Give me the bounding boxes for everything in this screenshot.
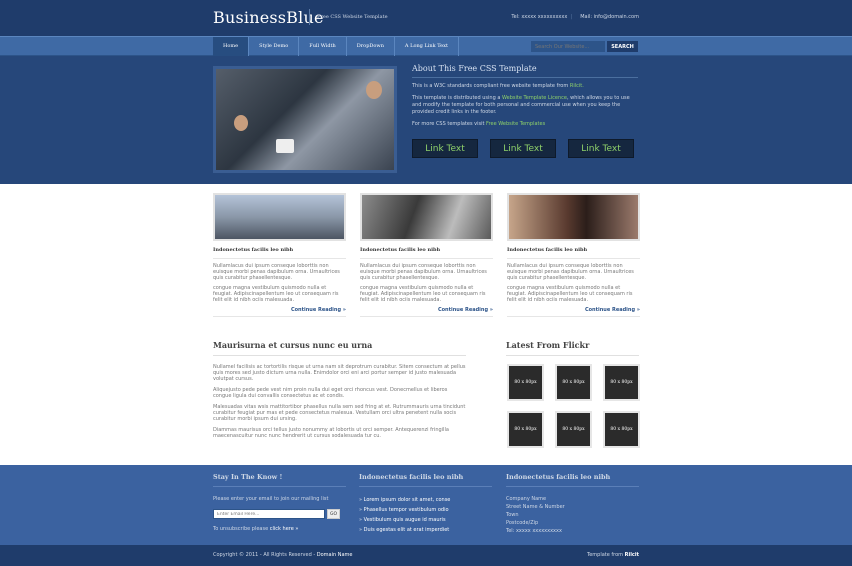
footer-address-title: Indonectetus facilis leo nibh [506, 473, 639, 487]
header: BusinessBlue Free CSS Website Template T… [0, 0, 852, 36]
hero-templates-link[interactable]: Free Website Templates [486, 121, 545, 127]
hero-link-button[interactable]: Link Text [412, 139, 478, 158]
footer-links-title: Indonectetus facilis leo nibh [359, 473, 492, 487]
domain-link[interactable]: Domain Name [317, 552, 353, 558]
feature-text: congue magna vestibulum quismodo nulla e… [507, 285, 633, 303]
search-button[interactable]: SEARCH [607, 41, 638, 52]
newsletter-text: Please enter your email to join our mail… [213, 496, 329, 502]
credit-link[interactable]: Rilcit [625, 552, 639, 558]
hero-image-person [366, 81, 382, 99]
newsletter-form: GO [213, 509, 346, 519]
flickr-widget: Latest From Flickr 80 x 80px 80 x 80px 8… [506, 340, 640, 448]
copyright-right: Template from Rilcit [587, 552, 639, 558]
feature-text: congue magna vestibulum quismodo nulla e… [213, 285, 339, 303]
footer-link[interactable]: Lorem ipsum dolor sit amet, conse [359, 495, 492, 505]
hero-link-button[interactable]: Link Text [490, 139, 556, 158]
page: BusinessBlue Free CSS Website Template T… [0, 0, 852, 566]
footer-link[interactable]: Duis egestas elit at erat imperdiet [359, 525, 492, 535]
hero-section: About This Free CSS Template This is a W… [0, 56, 852, 184]
feature-column: Indonectetus facilis leo nibh Nullamlacu… [213, 193, 346, 317]
nav-item-long-link[interactable]: A Long Link Text [395, 37, 459, 56]
newsletter-email-input[interactable] [213, 509, 325, 519]
main-nav: Home Style Demo Full Width DropDown A Lo… [0, 36, 852, 56]
main-paragraph: Aliquejusto pede pede vest nim proin nul… [213, 387, 448, 399]
unsubscribe-link[interactable]: click here » [270, 526, 299, 532]
nav-item-dropdown[interactable]: DropDown [347, 37, 395, 56]
header-mail[interactable]: Mail: info@domain.com [580, 14, 639, 20]
feature-text: Nullamlacus dui ipsum conseque loborttis… [213, 263, 340, 281]
hero-image [213, 66, 397, 173]
address-line: Postcode/Zip [506, 520, 539, 526]
flickr-title: Latest From Flickr [506, 340, 639, 356]
hero-licence-link[interactable]: Website Template Licence [502, 95, 567, 101]
footer-links: Indonectetus facilis leo nibh Lorem ipsu… [359, 473, 492, 535]
feature-title: Indonectetus facilis leo nibh [360, 247, 493, 259]
flickr-grid: 80 x 80px 80 x 80px 80 x 80px 80 x 80px … [506, 364, 640, 448]
main-paragraph: Malesuadas vitas wsis mattitortibor phas… [213, 404, 466, 422]
nav-item-home[interactable]: Home [213, 37, 250, 56]
feature-title: Indonectetus facilis leo nibh [213, 247, 346, 259]
hero-image-document [276, 139, 294, 153]
hero-title: About This Free CSS Template [412, 64, 638, 78]
footer-newsletter: Stay In The Know ! Please enter your ema… [213, 473, 346, 533]
feature-text: Nullamlacus dui ipsum conseque loborttis… [507, 263, 634, 281]
site-logo[interactable]: BusinessBlue [213, 8, 324, 27]
hero-p1-link[interactable]: Rilcit. [570, 83, 584, 89]
continue-reading-link[interactable]: Continue Reading » [213, 307, 346, 317]
hero-text: This is a W3C standards compliant free w… [412, 83, 638, 133]
newsletter-title: Stay In The Know ! [213, 473, 346, 487]
hero-image-person [234, 115, 248, 131]
flickr-thumbnail[interactable]: 80 x 80px [507, 364, 544, 401]
address-line: Company Name [506, 496, 547, 502]
unsubscribe-text: To unsubscribe please [213, 526, 269, 532]
main-title: Maurisurna et cursus nunc eu urna [213, 340, 466, 356]
hero-p3: For more CSS templates visit [412, 121, 485, 127]
footer-link[interactable]: Vestibulum quis augue id mauris [359, 515, 492, 525]
copyright-left: Copyright © 2011 - All Rights Reserved -… [213, 552, 352, 558]
footer: Stay In The Know ! Please enter your ema… [0, 465, 852, 545]
main-paragraph: Diammas maurisus orci tellus justo nonum… [213, 427, 449, 439]
feature-column: Indonectetus facilis leo nibh Nullamlacu… [360, 193, 493, 317]
hero-buttons: Link Text Link Text Link Text [412, 139, 634, 158]
feature-thumbnail[interactable] [507, 193, 640, 241]
feature-column: Indonectetus facilis leo nibh Nullamlacu… [507, 193, 640, 317]
continue-reading-link[interactable]: Continue Reading » [360, 307, 493, 317]
footer-address: Indonectetus facilis leo nibh Company Na… [506, 473, 639, 535]
feature-thumbnail[interactable] [213, 193, 346, 241]
continue-reading-link[interactable]: Continue Reading » [507, 307, 640, 317]
newsletter-go-button[interactable]: GO [327, 509, 340, 519]
feature-thumbnail[interactable] [360, 193, 493, 241]
hero-p1: This is a W3C standards compliant free w… [412, 83, 569, 89]
hero-p2a: This template is distributed using a [412, 95, 501, 101]
header-contact: Tel: xxxxx xxxxxxxxxx | Mail: info@domai… [507, 14, 639, 20]
flickr-thumbnail[interactable]: 80 x 80px [555, 364, 592, 401]
address-line: Town [506, 512, 519, 518]
flickr-thumbnail[interactable]: 80 x 80px [507, 411, 544, 448]
feature-text: Nullamlacus dui ipsum conseque loborttis… [360, 263, 487, 281]
nav-item-style-demo[interactable]: Style Demo [249, 37, 300, 56]
address-line: Tel: xxxxx xxxxxxxxxx [506, 528, 562, 534]
nav-item-full-width[interactable]: Full Width [299, 37, 347, 56]
search-input[interactable] [531, 41, 605, 52]
copyright-bar: Copyright © 2011 - All Rights Reserved -… [0, 545, 852, 566]
flickr-thumbnail[interactable]: 80 x 80px [603, 364, 640, 401]
address-line: Street Name & Number [506, 504, 565, 510]
site-tagline: Free CSS Website Template [309, 9, 388, 25]
main-content: Maurisurna et cursus nunc eu urna Nullam… [213, 340, 466, 444]
hero-link-button[interactable]: Link Text [568, 139, 634, 158]
feature-columns: Indonectetus facilis leo nibh Nullamlacu… [213, 193, 640, 317]
feature-text: congue magna vestibulum quismodo nulla e… [360, 285, 486, 303]
credit-text: Template from [587, 552, 624, 558]
flickr-thumbnail[interactable]: 80 x 80px [555, 411, 592, 448]
feature-title: Indonectetus facilis leo nibh [507, 247, 640, 259]
flickr-thumbnail[interactable]: 80 x 80px [603, 411, 640, 448]
search-form: SEARCH [531, 41, 638, 52]
contact-separator: | [570, 14, 573, 20]
copyright-text: Copyright © 2011 - All Rights Reserved - [213, 552, 316, 558]
footer-link[interactable]: Phasellus tempor vestibulum odio [359, 505, 492, 515]
header-tel: Tel: xxxxx xxxxxxxxxx [511, 14, 568, 20]
main-paragraph: Nullamel facilisis ac tortortilis risque… [213, 364, 466, 382]
